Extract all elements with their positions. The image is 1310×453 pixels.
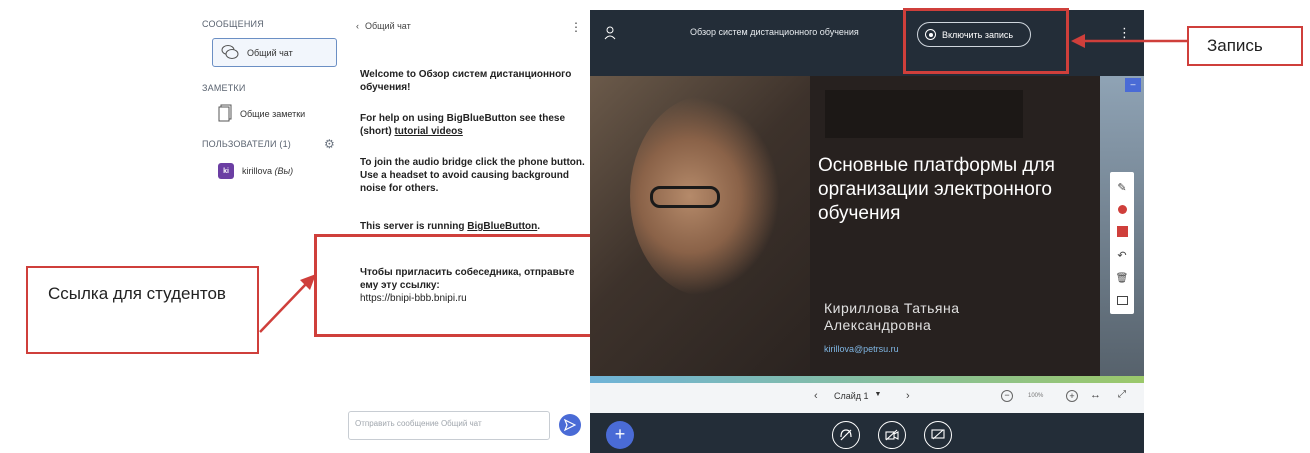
camera-button[interactable]	[878, 421, 906, 449]
fullscreen-icon[interactable]: ⤢	[1118, 389, 1126, 400]
screen-share-off-icon	[931, 429, 945, 440]
zoom-in-button[interactable]: +	[1066, 390, 1078, 402]
meeting-title: Обзор систем дистанционного обучения	[690, 27, 859, 37]
whiteboard-toolbar: ✎ ↶ 🗑	[1110, 172, 1134, 314]
users-heading: ПОЛЬЗОВАТЕЛИ (1)	[202, 139, 291, 149]
notes-heading: ЗАМЕТКИ	[202, 83, 246, 93]
prev-slide-button[interactable]: ‹	[814, 390, 818, 402]
students-link-arrow	[259, 274, 316, 333]
slide-selector[interactable]: Слайд 1 ▼	[834, 391, 881, 401]
invite-message: Чтобы пригласить собеседника, отправьте …	[360, 267, 575, 304]
bigbluebutton-link[interactable]: BigBlueButton	[467, 221, 537, 232]
sidebar-item-shared-notes[interactable]: Общие заметки	[218, 103, 305, 125]
help-message: For help on using BigBlueButton see thes…	[360, 113, 566, 137]
record-callout: Запись	[1187, 26, 1303, 66]
gear-icon[interactable]: ⚙	[324, 137, 335, 151]
chevron-left-icon: ‹	[356, 21, 359, 31]
next-slide-button[interactable]: ›	[906, 390, 910, 402]
sidebar-item-label: Общие заметки	[240, 109, 306, 119]
sidebar-item-label: Общий чат	[247, 47, 293, 58]
camera-off-icon	[885, 429, 899, 441]
zoom-out-button[interactable]: −	[1001, 390, 1013, 402]
messages-heading: СООБЩЕНИЯ	[202, 19, 264, 29]
sidebar-item-public-chat[interactable]: Общий чат	[212, 38, 337, 67]
record-button[interactable]: Включить запись	[917, 22, 1031, 47]
chat-bubbles-icon	[221, 44, 239, 62]
invite-url[interactable]: https://bnipi-bbb.bnipi.ru	[360, 293, 467, 304]
fit-width-icon[interactable]: ↔	[1090, 389, 1101, 401]
chat-back-button[interactable]: ‹ Общий чат	[356, 21, 411, 31]
slide-email: kirillova@petrsu.ru	[824, 344, 899, 354]
audio-message: To join the audio bridge click the phone…	[360, 157, 585, 194]
tutorial-videos-link[interactable]: tutorial videos	[394, 126, 462, 137]
avatar: ki	[218, 163, 234, 179]
undo-icon[interactable]: ↶	[1117, 249, 1126, 262]
user-icon[interactable]	[604, 26, 616, 45]
chat-menu-icon[interactable]: ⋮	[570, 20, 582, 34]
server-message: This server is running BigBlueButton.	[360, 221, 541, 232]
send-button[interactable]	[559, 414, 581, 436]
slide-author: Кириллова Татьяна Александровна	[824, 300, 960, 333]
students-link-callout: Ссылка для студентов	[26, 266, 259, 354]
zoom-level: 100%	[1028, 393, 1044, 399]
slide-title: Основные платформы для организации элект…	[818, 155, 1055, 224]
record-dot-icon	[925, 29, 936, 40]
color-dot-icon[interactable]	[1117, 205, 1127, 215]
record-arrow	[1071, 34, 1187, 48]
user-name: kirillova (Вы)	[242, 166, 294, 176]
notes-icon	[218, 104, 232, 124]
pencil-icon[interactable]: ✎	[1117, 181, 1126, 194]
trash-icon[interactable]: 🗑	[1116, 273, 1129, 284]
screen-share-button[interactable]	[924, 421, 952, 449]
minimize-button[interactable]: –	[1125, 78, 1141, 92]
welcome-message: Welcome to Обзор систем дистанционного о…	[360, 69, 572, 93]
chart-icon[interactable]	[1116, 296, 1128, 306]
headphones-off-icon	[840, 429, 852, 441]
presentation-slide: Основные платформы для организации элект…	[590, 76, 1144, 383]
actions-plus-button[interactable]: +	[606, 421, 634, 449]
chat-message-input[interactable]: Отправить сообщение Общий чат	[348, 411, 550, 440]
audio-mute-button[interactable]	[832, 421, 860, 449]
send-icon	[564, 419, 576, 431]
color-square-icon[interactable]	[1116, 226, 1128, 238]
caret-down-icon: ▼	[874, 391, 882, 398]
user-list-item[interactable]: ki kirillova (Вы)	[218, 163, 293, 179]
